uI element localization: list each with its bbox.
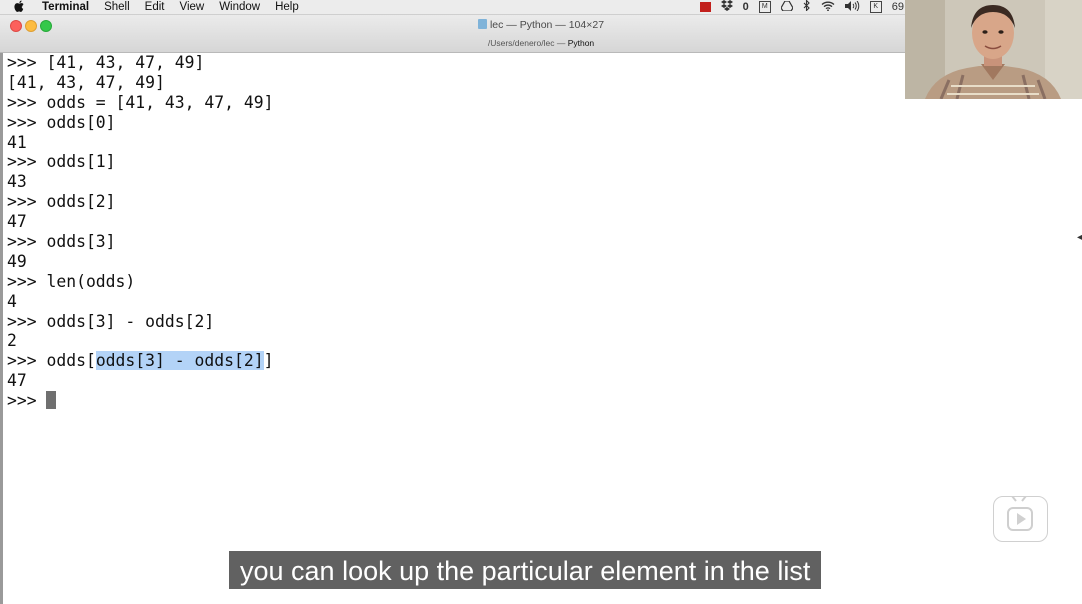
- wifi-icon[interactable]: [821, 1, 835, 14]
- folder-icon: [477, 19, 487, 29]
- terminal-line: >>> [41, 43, 47, 49]: [7, 53, 205, 72]
- terminal-line: 41: [7, 132, 27, 152]
- terminal-line: 49: [7, 251, 27, 271]
- battery-text: 69: [891, 1, 904, 13]
- prompt: >>>: [7, 391, 47, 411]
- prompt-line: >>>: [7, 391, 273, 411]
- status-area: 0 M K 69: [699, 0, 904, 14]
- input-icon[interactable]: K: [869, 1, 882, 13]
- terminal-line: >>> odds[0]: [7, 112, 116, 132]
- menu-shell[interactable]: Shell: [104, 1, 130, 13]
- terminal-line: >>> len(odds): [7, 271, 136, 291]
- zero-icon[interactable]: 0: [743, 1, 749, 13]
- text-selection[interactable]: odds[3] - odds[2]: [95, 351, 264, 371]
- bluetooth-icon[interactable]: [803, 0, 811, 14]
- menu-edit[interactable]: Edit: [145, 1, 165, 13]
- terminal-line: 47: [7, 371, 27, 391]
- terminal-line: >>> odds[3]: [7, 232, 116, 252]
- dropbox-icon[interactable]: [720, 0, 733, 14]
- window-left-edge: [0, 53, 3, 604]
- terminal-line: 2: [7, 331, 17, 351]
- terminal-line: >>> odds[3] - odds[2]: [7, 311, 215, 331]
- terminal-line: >>> odds = [41, 43, 47, 49]: [7, 92, 274, 112]
- terminal-line-selected: >>> odds[odds[3] - odds[2]]: [7, 351, 273, 371]
- terminal-lines: >>> [41, 43, 47, 49] [41, 43, 47, 49] >>…: [7, 53, 273, 411]
- apple-menu-icon[interactable]: [14, 0, 26, 15]
- play-badge[interactable]: [993, 490, 1048, 542]
- window-icon[interactable]: M: [758, 1, 771, 13]
- line-pre: >>> odds[: [7, 351, 96, 371]
- terminal-line: 43: [7, 172, 27, 192]
- drive-icon[interactable]: [780, 0, 794, 14]
- menu-terminal[interactable]: Terminal: [42, 1, 89, 13]
- menu-help[interactable]: Help: [275, 1, 299, 13]
- terminal-line: 4: [7, 291, 17, 311]
- menu-view[interactable]: View: [179, 1, 204, 13]
- presenter-webcam: [905, 0, 1082, 99]
- terminal-content[interactable]: >>> [41, 43, 47, 49] [41, 43, 47, 49] >>…: [0, 53, 1082, 604]
- subtitle-caption: you can look up the particular element i…: [229, 551, 822, 589]
- terminal-line: 47: [7, 212, 27, 232]
- window-path-prefix: /Users/denero/lec —: [487, 38, 568, 48]
- line-post: ]: [263, 351, 274, 371]
- text-cursor: [46, 391, 57, 410]
- terminal-line: [41, 43, 47, 49]: [7, 72, 165, 92]
- terminal-line: >>> odds[1]: [7, 152, 116, 172]
- volume-icon[interactable]: [844, 0, 860, 14]
- window-title-text: lec — Python — 104×27: [489, 19, 605, 31]
- menu-window[interactable]: Window: [219, 1, 260, 13]
- window-path-process: Python: [567, 38, 595, 48]
- side-arrow-icon: ◂: [1076, 232, 1082, 243]
- terminal-line: >>> odds[2]: [7, 192, 116, 212]
- record-indicator-icon[interactable]: [699, 2, 711, 12]
